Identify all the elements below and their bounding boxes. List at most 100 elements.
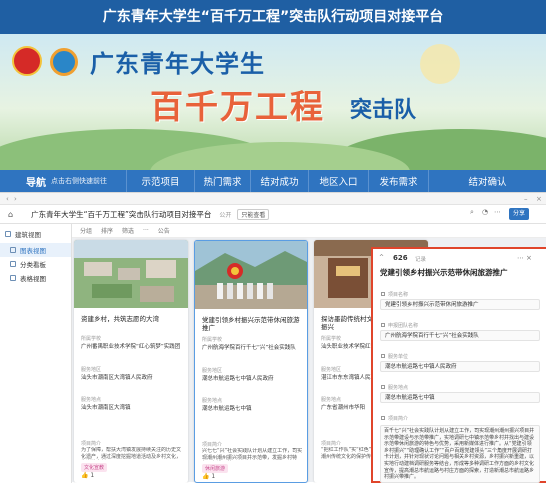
card-category-tag: 文化宣教 [81,463,108,472]
card-field-label: 所属学校 [202,337,223,343]
table-icon [10,275,16,281]
record-count-suffix: 记录 [415,257,427,263]
platform-logo-icon [50,48,78,76]
view-sidebar: 建筑视图 图表视图 分类看板 表格视图 [0,224,72,483]
banner-headline: 广东青年大学生 [90,49,265,78]
home-icon[interactable]: ⌂ [8,210,13,219]
detail-title: 党建引领乡村振兴示范带休闲旅游推广 [380,268,508,277]
card-title: 党建引领乡村振兴示范带休闲旅游推广 [202,316,300,332]
thumbs-up-icon: 👍 [202,473,210,480]
record-detail-panel: ^ 626 记录 ⋯× 党建引领乡村振兴示范带休闲旅游推广 项目名称 党建引领乡… [371,247,546,483]
sidebar-item-kanban[interactable]: 分类看板 [0,257,71,271]
detail-field-label: 服务地点 [388,385,409,391]
chevron-up-icon[interactable]: ^ [379,254,384,261]
doc-title: 广东青年大学生“百千万工程”突击队行动项目对接平台 [31,209,212,219]
visibility-label: 公开 [219,211,232,219]
team-name-field[interactable]: 广州航海学院百行千七“兴”社会实践队 [380,330,540,341]
view-options-bar: 分组 排序 筛选 ··· 公告 [72,224,546,238]
service-unit-field[interactable]: 潮总市航运路七中镇人民政府 [380,361,540,372]
doc-toolbar: ⌂ 广东青年大学生“百千万工程”突击队行动项目对接平台 公开 只能查看 ⌕ ◔ … [0,205,546,224]
group-button[interactable]: 分组 [80,226,92,235]
detail-field-label: 项目简介 [388,416,409,422]
record-index: 626 [393,254,408,262]
close-icon[interactable]: × [536,195,542,203]
nav-tab-hot-needs[interactable]: 热门需求 [194,170,250,192]
close-icon[interactable]: × [526,254,534,262]
card-field-label: 所属学校 [321,336,342,342]
project-card-selected[interactable]: 党建引领乡村振兴示范带休闲旅游推广 所属学校 广州航海学院百行千七“兴”社会实践… [194,240,308,483]
minimize-icon[interactable]: – [524,195,528,203]
sidebar-item-label: 分类看板 [20,261,46,269]
nav-tab-matched[interactable]: 结对成功 [250,170,308,192]
notification-icon[interactable]: ◔ [482,208,488,216]
nav-tab-confirm-match[interactable]: 结对确认 [428,170,546,192]
like-count: 1 [90,472,95,479]
nav-tab-region-entry[interactable]: 地区入口 [308,170,368,192]
detail-field-label: 项目名称 [388,292,409,298]
nav-hint: 点击右侧快速前往 [51,177,107,185]
like-button[interactable]: 👍 1 [202,473,215,480]
card-field-label: 服务地区 [81,367,102,373]
banner-program-name: 百千万工程 [150,87,325,126]
announcement-button[interactable]: 公告 [158,226,170,235]
chart-view-icon [10,247,16,253]
embedded-app: ‹ › – × ⌂ 广东青年大学生“百千万工程”突击队行动项目对接平台 公开 只… [0,192,546,483]
nav-tab-post-need[interactable]: 发布需求 [368,170,428,192]
card-field-label: 服务地点 [81,397,102,403]
kanban-icon [10,261,16,267]
card-location: 汕头市潮南区大湾镇 [81,405,131,411]
card-photo [74,240,188,308]
card-location: 潮总市航运路七中镇 [202,406,252,412]
sidebar-item-table[interactable]: 表格视图 [0,271,71,285]
card-field-label: 服务地区 [202,368,223,374]
card-service-unit: 汕头市潮南区大湾镇人民政府 [81,375,153,381]
project-name-field[interactable]: 党建引领乡村振兴示范带休闲旅游推广 [380,299,540,310]
card-field-label: 所属学校 [81,336,102,342]
field-type-icon [381,292,385,296]
service-location-field[interactable]: 潮总市航运路七中镇 [380,392,540,403]
main-nav: 导航 点击右侧快速前往 示范项目 热门需求 结对成功 地区入口 发布需求 结对确… [0,170,546,192]
card-category-tag: 休闲旅游 [202,464,229,473]
field-type-icon [381,385,385,389]
sidebar-item-label: 图表视图 [20,247,46,255]
card-team: 广州航海学院百行千七“兴”社会实践队 [202,345,296,351]
card-title: 资建乡村，共筑志愿的大湾 [81,315,159,323]
thumbs-up-icon: 👍 [81,472,89,479]
page-title: 广东青年大学生“百千万工程”突击队行动项目对接平台 [0,0,546,34]
like-count: 1 [211,473,216,480]
filter-button[interactable]: 筛选 [122,226,134,235]
card-field-label: 项目简介 [202,442,223,448]
chevron-right-icon[interactable]: › [14,195,17,203]
field-type-icon [381,354,385,358]
card-field-label: 项目简介 [81,441,102,447]
banner-team-label: 突击队 [350,97,417,123]
hero-banner: 广东青年大学生 百千万工程 突击队 [0,34,546,170]
card-field-label: 服务地区 [321,367,342,373]
field-type-icon [381,323,385,327]
more-options-button[interactable]: ··· [143,227,149,234]
grid-icon [5,231,11,237]
more-icon[interactable]: ⋯ [494,208,501,216]
card-field-label: 服务地点 [202,398,223,404]
permission-pill[interactable]: 只能查看 [237,208,270,220]
search-icon[interactable]: ⌕ [470,208,474,217]
project-card[interactable]: 资建乡村，共筑志愿的大湾 所属学校 广州番禺职业技术学院“红心筑梦”实践团 服务… [74,240,188,483]
youth-league-emblem-icon [12,46,42,76]
banner-sun-decoration [420,44,460,84]
field-type-icon [381,416,385,420]
card-photo [195,241,307,309]
nav-tab-demo-projects[interactable]: 示范项目 [126,170,194,192]
sidebar-item-chart-view[interactable]: 图表视图 [0,243,71,257]
card-field-label: 项目简介 [321,441,342,447]
sidebar-item-label: 表格视图 [20,275,46,283]
like-button[interactable]: 👍 1 [81,472,94,479]
detail-header: ^ 626 记录 ⋯× [379,254,539,264]
share-button[interactable]: 分享 [509,208,529,220]
detail-field-label: 申报团队名称 [388,323,419,329]
sort-button[interactable]: 排序 [101,226,113,235]
nav-brand-label: 导航 [26,177,46,189]
project-description-field[interactable]: 百千七“兴”社会实践队计划从建立工作，司实现潮州潮州振兴项目并示范带建设与示范带… [380,425,540,483]
detail-field-label: 服务单位 [388,354,409,360]
chevron-left-icon[interactable]: ‹ [6,195,9,203]
more-icon[interactable]: ⋯ [517,254,526,262]
